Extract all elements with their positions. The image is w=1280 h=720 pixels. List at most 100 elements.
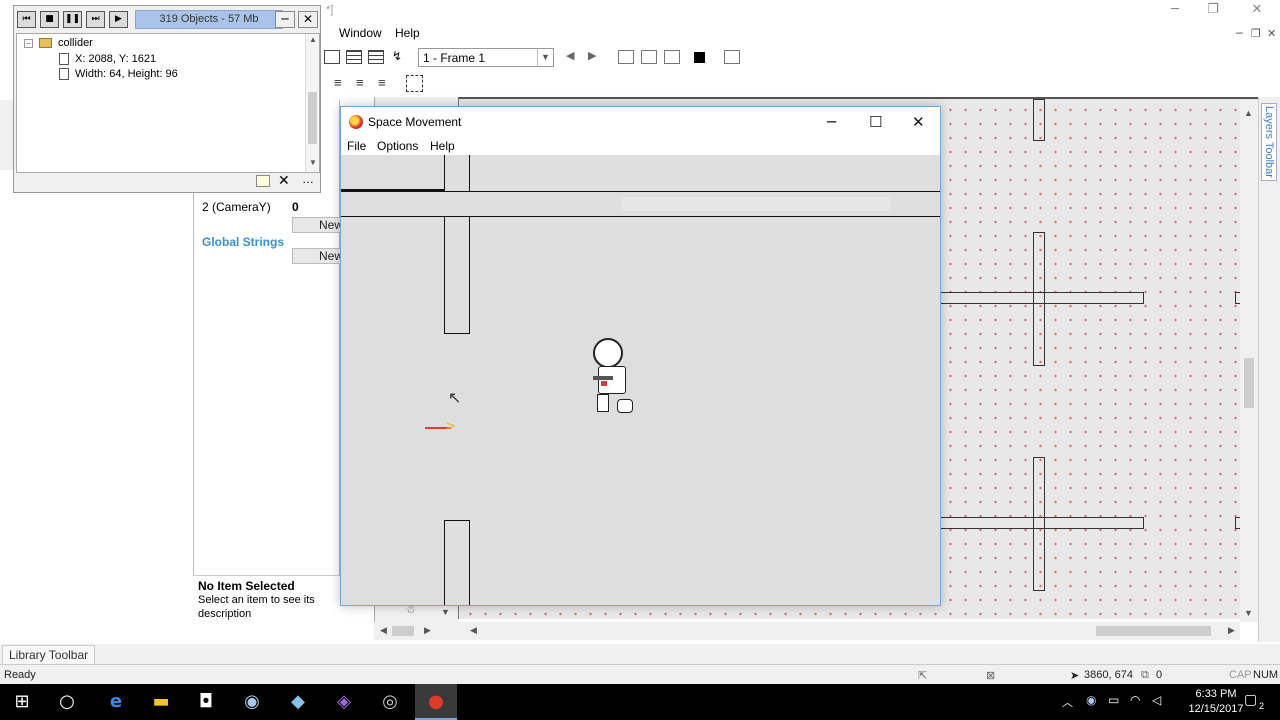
layers-toolbar: Layers Toolbar [1258, 97, 1280, 642]
menu-help[interactable]: Help [395, 26, 420, 40]
debugger-minimize-icon[interactable]: ─ [275, 11, 295, 28]
description-title: No Item Selected [198, 579, 295, 593]
scroll-thumb[interactable] [1096, 626, 1211, 636]
scroll-left-icon[interactable]: ◀ [470, 625, 477, 636]
window-title-fragment: *] [326, 4, 334, 16]
status-ready: Ready [4, 669, 36, 681]
remove-icon[interactable]: ✕ [278, 172, 290, 189]
game-menu-options[interactable]: Options [377, 139, 418, 153]
game-close-icon[interactable]: ✕ [912, 113, 925, 131]
pointer-icon: ➤ [1070, 670, 1080, 682]
scroll-thumb[interactable] [1244, 358, 1254, 408]
select-region-icon[interactable] [406, 75, 423, 92]
layers-toolbar-tab[interactable]: Layers Toolbar [1261, 103, 1277, 181]
store-icon[interactable]: ◘ [194, 690, 218, 714]
more-icon[interactable]: … [302, 172, 314, 186]
library-toolbar-tab[interactable]: Library Toolbar [2, 645, 96, 665]
game-menu-help[interactable]: Help [430, 139, 455, 153]
scroll-thumb[interactable] [308, 92, 317, 144]
objects-icon: ⧉ [1141, 669, 1149, 681]
status-count: 0 [1156, 669, 1163, 681]
align-left-icon[interactable]: ≡ [334, 75, 342, 90]
play-icon[interactable]: ▶ [109, 11, 128, 28]
chevron-down-icon[interactable]: ▼ [537, 49, 553, 66]
battery-icon[interactable]: ▭ [1108, 693, 1119, 707]
sort-icon[interactable]: ↯ [392, 49, 402, 63]
zoom-in-icon[interactable] [618, 50, 634, 64]
volume-icon[interactable]: ◁ [1152, 693, 1161, 707]
editor-wall[interactable] [929, 292, 1144, 304]
pause-icon[interactable]: ❚❚ [63, 11, 82, 28]
editor-hscroll[interactable]: ◀ ▶ [458, 622, 1240, 640]
next-frame-icon[interactable]: ▶ [588, 49, 596, 62]
scroll-right-icon[interactable]: ▶ [424, 625, 431, 636]
game-wall [444, 155, 470, 334]
close-icon[interactable]: ✕ [1234, 2, 1280, 20]
restart-icon[interactable]: ⏮ [17, 11, 36, 28]
wifi-icon[interactable]: ◠ [1130, 693, 1140, 707]
align-right-icon[interactable]: ≡ [378, 75, 386, 90]
color-swatch-icon[interactable] [694, 52, 705, 63]
details-view-icon[interactable] [368, 50, 384, 64]
tree-item-position[interactable]: X: 2088, Y: 1621 [75, 53, 156, 65]
mdi-restore-icon[interactable]: ❐ [1251, 27, 1261, 40]
clock-date: 12/15/2017 [1188, 703, 1244, 715]
align-center-icon[interactable]: ≡ [356, 75, 364, 90]
debugger-scrollbar[interactable]: ▲ ▼ [305, 34, 319, 172]
list-view-icon[interactable] [346, 50, 362, 64]
status-caps: CAP [1229, 669, 1252, 681]
app-icon[interactable]: ◆ [286, 690, 310, 714]
steam-icon[interactable]: ◉ [240, 690, 264, 714]
scroll-thumb[interactable] [392, 626, 414, 636]
property-row[interactable]: 2 (CameraY) 0 [194, 198, 341, 216]
game-menu-file[interactable]: File [347, 139, 366, 153]
cortana-icon[interactable]: ○ [55, 690, 79, 714]
taskbar-clock[interactable]: 6:33 PM 12/15/2017 [1188, 687, 1244, 717]
wall-junction [446, 192, 468, 216]
scroll-down-icon[interactable]: ▼ [309, 158, 317, 167]
game-minimize-icon[interactable]: ─ [827, 113, 836, 131]
zoom-out-icon[interactable] [641, 50, 657, 64]
collapse-icon[interactable]: − [24, 39, 33, 48]
debugger-close-icon[interactable]: ✕ [298, 11, 318, 28]
file-explorer-icon[interactable]: ▬ [149, 690, 173, 714]
show-hidden-icons[interactable]: ︿ [1062, 694, 1073, 710]
object-list-hscroll[interactable]: ◀ ▶ [374, 622, 458, 640]
stop-icon[interactable]: ■ [40, 11, 59, 28]
property-value[interactable]: 0 [292, 200, 299, 214]
step-icon[interactable]: ⏭ [86, 11, 105, 28]
scroll-up-icon[interactable]: ▲ [309, 35, 317, 44]
game-maximize-icon[interactable]: ☐ [869, 113, 882, 131]
notifications-icon[interactable]: ▢ [1244, 691, 1257, 708]
global-strings-header: Global Strings [202, 235, 285, 249]
game-app-icon[interactable]: ● [424, 690, 448, 714]
resize-icon: ⊠ [986, 670, 996, 682]
mdi-close-icon[interactable]: ✕ [1267, 27, 1276, 40]
obs-icon[interactable]: ◎ [378, 690, 402, 714]
game-wall [444, 520, 470, 605]
editor-vscroll[interactable]: ▲ ▼ [1240, 100, 1258, 622]
tree-item-root[interactable]: collider [58, 37, 93, 49]
editor-wall[interactable] [929, 517, 1144, 529]
game-canvas[interactable]: > ↖ [341, 155, 940, 605]
scroll-down-icon[interactable]: ▼ [1244, 608, 1253, 618]
chevron-down-icon[interactable]: ▼ [441, 607, 450, 617]
scroll-left-icon[interactable]: ◀ [380, 625, 387, 636]
zoom-fit-icon[interactable] [664, 50, 680, 64]
editor-wall[interactable] [1033, 99, 1045, 141]
grid-settings-icon[interactable] [724, 50, 740, 64]
tree-item-size[interactable]: Width: 64, Height: 96 [75, 68, 178, 80]
tray-steam-icon[interactable]: ◉ [1086, 693, 1096, 707]
clickteam-icon[interactable]: ◈ [332, 690, 356, 714]
prev-frame-icon[interactable]: ◀ [566, 49, 574, 62]
edge-icon[interactable]: e [104, 690, 128, 714]
windows-start-icon[interactable]: ⊞ [10, 690, 34, 714]
frame-dropdown[interactable]: 1 - Frame 1 ▼ [418, 48, 554, 67]
scroll-up-icon[interactable]: ▲ [1244, 108, 1253, 118]
menu-window[interactable]: Window [339, 26, 382, 40]
add-watch-icon[interactable] [256, 175, 270, 187]
mdi-minimize-icon[interactable]: ─ [1236, 27, 1243, 40]
restore-icon[interactable]: ❐ [1190, 2, 1236, 20]
view-grid-icon[interactable] [324, 50, 340, 64]
scroll-right-icon[interactable]: ▶ [1228, 625, 1235, 636]
